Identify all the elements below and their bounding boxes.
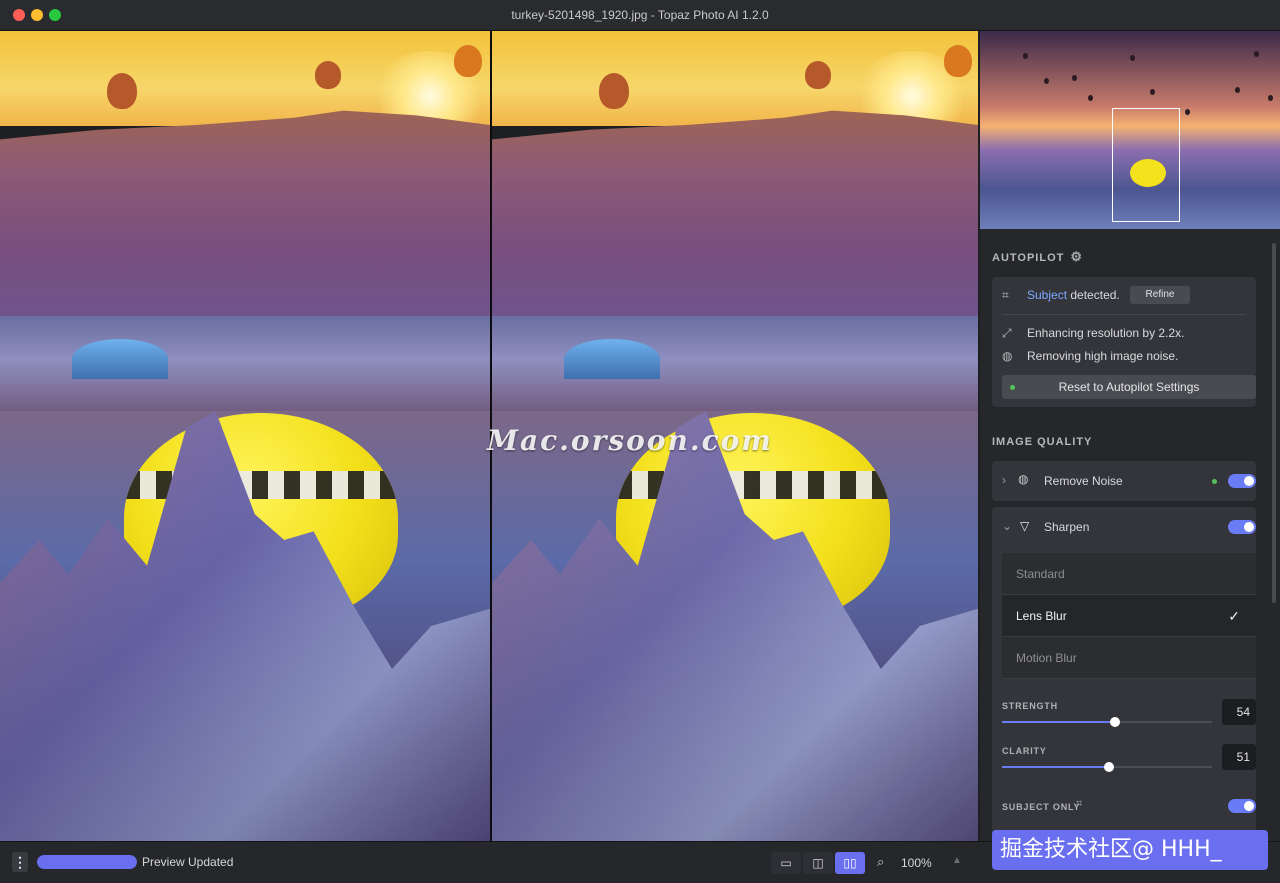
noise-circle-icon: ◍ (1002, 349, 1013, 363)
remove-noise-label: Remove Noise (1044, 474, 1123, 488)
triangle-down-icon: ▽ (1020, 519, 1030, 533)
status-dot (1010, 385, 1015, 390)
subject-only-toggle[interactable] (1228, 799, 1256, 813)
sidebar-scrollbar[interactable] (1272, 243, 1276, 603)
autopilot-card: ⌗ Subject detected. Refine ⤢ Enhancing r… (992, 277, 1256, 407)
strength-slider[interactable] (1002, 717, 1212, 727)
strength-slider-fill (1002, 721, 1116, 723)
autopilot-heading: AUTOPILOT ⚙ (992, 249, 1084, 264)
navigator-viewport-box[interactable] (1112, 108, 1180, 222)
resolution-status-text: Enhancing resolution by 2.2x. (1027, 326, 1185, 340)
chevron-down-icon[interactable]: ⌄ (1002, 519, 1012, 533)
refine-button[interactable]: Refine (1130, 286, 1190, 304)
magnifier-icon[interactable]: ⌕ (877, 854, 884, 870)
image-quality-heading: IMAGE QUALITY (992, 436, 1093, 448)
original-photo (0, 31, 490, 841)
community-watermark-banner: 掘金技术社区@ HHH_ (992, 830, 1268, 870)
card-divider (1002, 314, 1246, 315)
original-preview-pane[interactable] (0, 31, 490, 841)
sharpen-toggle[interactable] (1228, 520, 1256, 534)
chevron-up-icon[interactable]: ▲ (952, 855, 962, 866)
reset-autopilot-button[interactable]: Reset to Autopilot Settings (1002, 375, 1256, 399)
watermark-text: Mac.orsoon.com (487, 424, 773, 457)
clarity-slider-handle[interactable] (1104, 762, 1115, 772)
noise-circle-icon: ◍ (1018, 472, 1029, 486)
preview-progress-fill (37, 855, 137, 869)
sharpen-mode-motion-blur[interactable]: Motion Blur (1002, 637, 1256, 679)
remove-noise-row[interactable]: › ◍ Remove Noise (992, 461, 1256, 501)
navigator-thumbnail[interactable] (980, 31, 1280, 229)
remove-noise-toggle[interactable] (1228, 474, 1256, 488)
strength-value-input[interactable]: 54 (1222, 699, 1256, 725)
preview-status-text: Preview Updated (142, 855, 234, 869)
single-view-button[interactable]: ▭ (771, 852, 801, 874)
focus-frame-icon: ⌗ (1076, 798, 1083, 810)
side-by-side-view-button[interactable]: ▯▯ (835, 852, 865, 874)
zoom-level[interactable]: 100% (901, 856, 932, 870)
checkmark-icon: ✓ (1228, 608, 1240, 624)
clarity-slider[interactable] (1002, 762, 1212, 772)
chevron-right-icon[interactable]: › (1002, 473, 1006, 487)
strength-label: STRENGTH (1002, 701, 1058, 711)
split-view-icon: ◫ (812, 856, 824, 870)
clarity-slider-fill (1002, 766, 1110, 768)
more-options-icon[interactable]: ⋮ (12, 852, 28, 872)
expand-diagonal-icon: ⤢ (1002, 326, 1012, 340)
focus-frame-icon: ⌗ (1002, 288, 1009, 302)
subject-detected-text: detected. (1070, 288, 1120, 302)
remove-noise-status-dot (1212, 479, 1217, 484)
gear-icon[interactable]: ⚙ (1070, 249, 1083, 264)
lens-blur-label: Lens Blur (1016, 609, 1067, 623)
sharpen-panel: ⌄ ▽ Sharpen Standard Lens Blur ✓ Motion … (992, 507, 1256, 841)
subject-link[interactable]: Subject (1027, 288, 1067, 302)
subject-only-label: SUBJECT ONLY (1002, 802, 1081, 812)
title-bar: turkey-5201498_1920.jpg - Topaz Photo AI… (0, 0, 1280, 31)
window-title: turkey-5201498_1920.jpg - Topaz Photo AI… (511, 8, 769, 22)
preview-progress-bar (37, 855, 137, 869)
clarity-value-input[interactable]: 51 (1222, 744, 1256, 770)
noise-status-text: Removing high image noise. (1027, 349, 1179, 363)
sharpen-label: Sharpen (1044, 520, 1090, 534)
single-view-icon: ▭ (780, 856, 792, 870)
side-by-side-view-icon: ▯▯ (843, 856, 857, 870)
sharpen-mode-lens-blur[interactable]: Lens Blur ✓ (1002, 595, 1256, 637)
split-view-button[interactable]: ◫ (803, 852, 833, 874)
clarity-label: CLARITY (1002, 746, 1047, 756)
strength-slider-handle[interactable] (1110, 717, 1121, 727)
reset-autopilot-label: Reset to Autopilot Settings (1058, 380, 1200, 394)
right-sidebar: AUTOPILOT ⚙ ⌗ Subject detected. Refine ⤢ … (980, 31, 1280, 841)
sharpen-mode-standard[interactable]: Standard (1002, 553, 1256, 595)
